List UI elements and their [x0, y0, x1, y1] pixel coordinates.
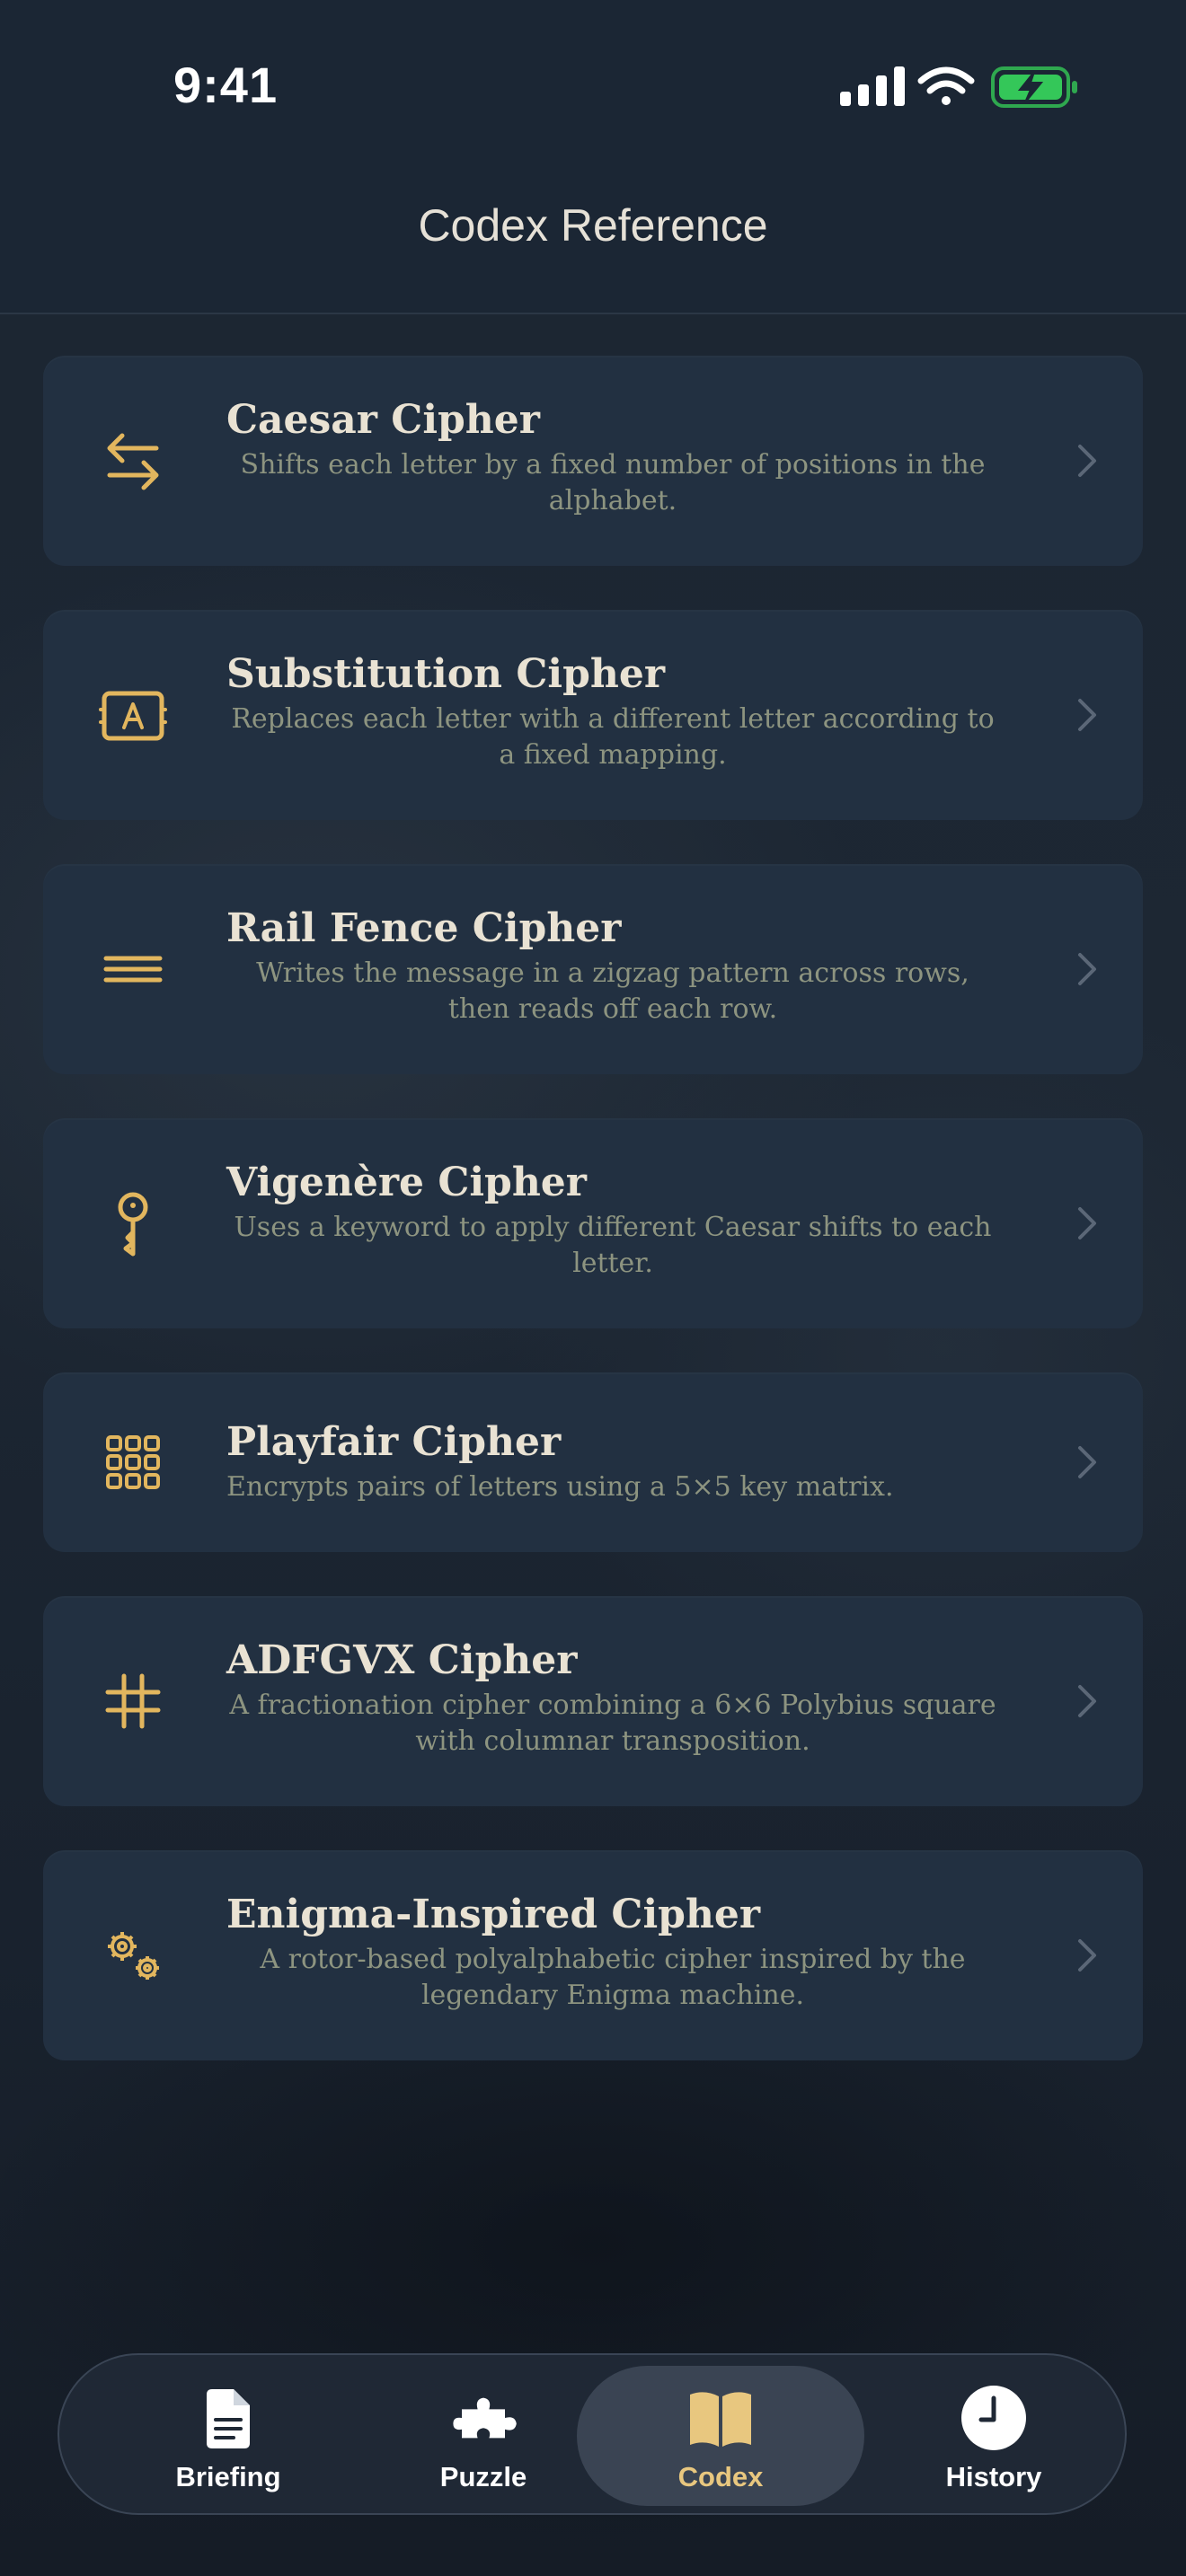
- tab-codex[interactable]: Codex: [577, 2355, 864, 2513]
- three-lines-icon: [97, 933, 169, 1005]
- cipher-description: Shifts each letter by a fixed number of …: [240, 449, 986, 516]
- cipher-description: Uses a keyword to apply different Caesar…: [234, 1212, 992, 1279]
- status-icons: [840, 63, 1083, 113]
- cipher-title: Caesar Cipher: [226, 397, 540, 443]
- cipher-card-adfgvx[interactable]: ADFGVX Cipher A fractionation cipher com…: [43, 1596, 1143, 1806]
- cipher-title: Substitution Cipher: [226, 651, 666, 697]
- chevron-right-icon: [1076, 443, 1098, 479]
- puzzle-icon: [447, 2382, 519, 2454]
- tab-label: History: [945, 2461, 1042, 2492]
- arrows-left-right-icon: [97, 425, 169, 497]
- tab-history[interactable]: History: [866, 2355, 1121, 2513]
- cipher-title: ADFGVX Cipher: [226, 1637, 578, 1683]
- cipher-card-rail-fence[interactable]: Rail Fence Cipher Writes the message in …: [43, 864, 1143, 1074]
- cellular-signal-icon: [840, 66, 905, 106]
- chevron-right-icon: [1076, 1683, 1098, 1719]
- key-icon: [97, 1187, 169, 1259]
- cipher-description: A fractionation cipher combining a 6×6 P…: [229, 1689, 996, 1757]
- header: 9:41 Codex Reference: [0, 0, 1186, 314]
- hash-icon: [97, 1665, 169, 1737]
- cipher-card-substitution[interactable]: Substitution Cipher Replaces each letter…: [43, 610, 1143, 820]
- cipher-card-enigma[interactable]: Enigma-Inspired Cipher A rotor-based pol…: [43, 1850, 1143, 2060]
- chevron-right-icon: [1076, 697, 1098, 733]
- tab-briefing[interactable]: Briefing: [101, 2355, 356, 2513]
- gears-icon: [97, 1919, 169, 1991]
- cipher-description: Encrypts pairs of letters using a 5×5 ke…: [226, 1471, 894, 1503]
- cipher-card-vigenere[interactable]: Vigenère Cipher Uses a keyword to apply …: [43, 1118, 1143, 1328]
- wifi-icon: [917, 66, 975, 105]
- cipher-description: Writes the message in a zigzag pattern a…: [256, 957, 969, 1025]
- page-title: Codex Reference: [418, 200, 768, 251]
- grid-icon: [97, 1426, 169, 1498]
- tab-puzzle[interactable]: Puzzle: [356, 2355, 611, 2513]
- cipher-description: A rotor-based polyalphabetic cipher insp…: [260, 1944, 966, 2011]
- tab-bar: Briefing Puzzle Codex History: [58, 2353, 1127, 2515]
- cipher-description: Replaces each letter with a different le…: [231, 703, 995, 771]
- cipher-title: Playfair Cipher: [226, 1419, 562, 1465]
- chevron-right-icon: [1076, 1205, 1098, 1241]
- cipher-list: Caesar Cipher Shifts each letter by a fi…: [43, 356, 1143, 2104]
- tab-label: Codex: [677, 2461, 764, 2492]
- cipher-card-playfair[interactable]: Playfair Cipher Encrypts pairs of letter…: [43, 1372, 1143, 1552]
- chevron-right-icon: [1076, 951, 1098, 987]
- cipher-card-caesar[interactable]: Caesar Cipher Shifts each letter by a fi…: [43, 356, 1143, 566]
- cipher-title: Enigma-Inspired Cipher: [226, 1892, 761, 1937]
- status-time: 9:41: [173, 57, 279, 113]
- tab-label: Briefing: [175, 2461, 281, 2492]
- cipher-title: Rail Fence Cipher: [226, 905, 622, 951]
- chevron-right-icon: [1076, 1937, 1098, 1973]
- book-icon: [685, 2382, 757, 2454]
- document-icon: [192, 2382, 264, 2454]
- tab-label: Puzzle: [439, 2461, 527, 2492]
- battery-icon: [991, 66, 1077, 108]
- cipher-title: Vigenère Cipher: [226, 1160, 587, 1205]
- chevron-right-icon: [1076, 1444, 1098, 1480]
- letter-a-box-icon: [97, 679, 169, 751]
- clock-icon: [958, 2382, 1030, 2454]
